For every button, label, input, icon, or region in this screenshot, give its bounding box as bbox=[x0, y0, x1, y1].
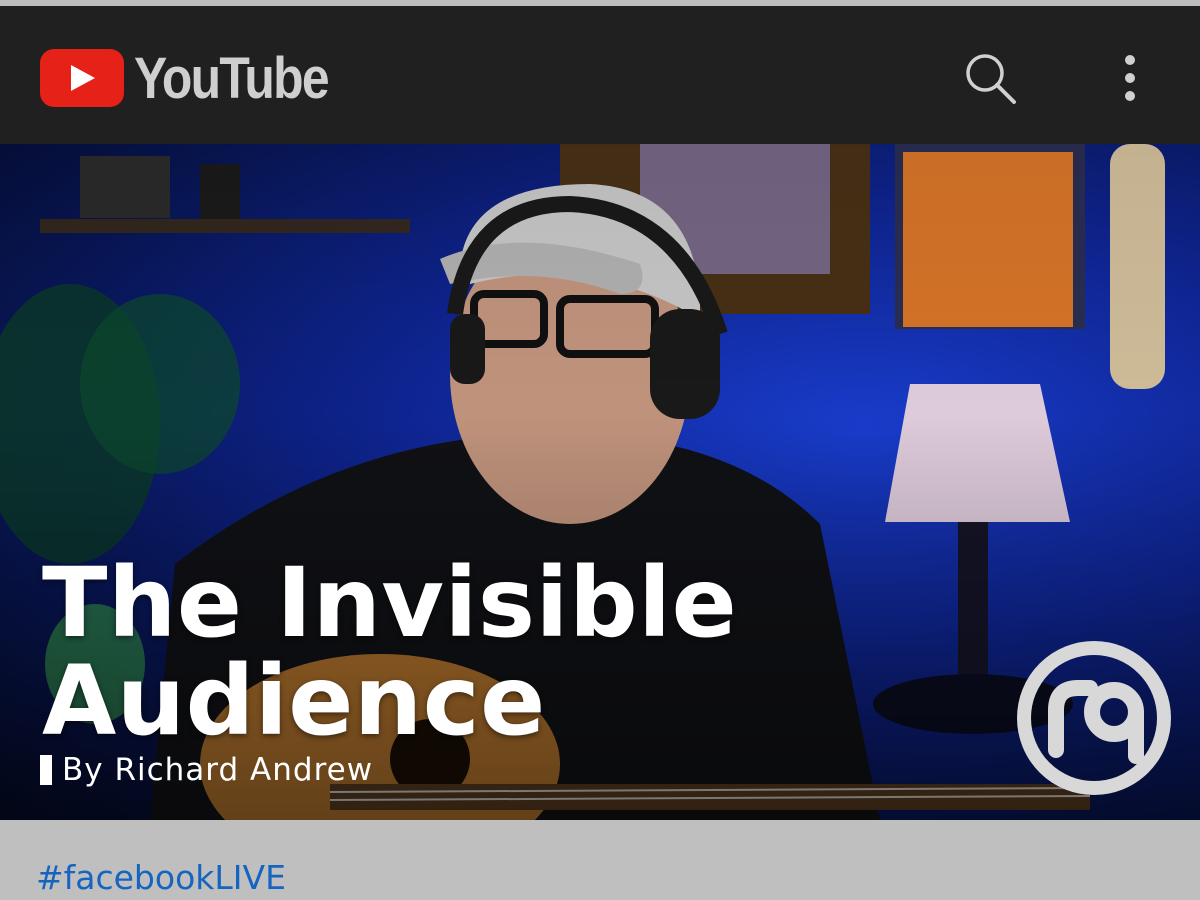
youtube-play-icon bbox=[40, 49, 124, 107]
video-title: The Invisible Audience bbox=[42, 547, 738, 757]
video-description: #facebookLIVE bbox=[0, 820, 1200, 900]
byline-text: By Richard Andrew bbox=[62, 752, 374, 788]
more-options-button[interactable] bbox=[1100, 48, 1160, 108]
byline-bar bbox=[40, 755, 52, 785]
search-button[interactable] bbox=[960, 48, 1020, 108]
video-byline: By Richard Andrew bbox=[40, 752, 373, 788]
more-vert-icon bbox=[1125, 55, 1135, 101]
app-bar: YouTube bbox=[0, 6, 1200, 144]
youtube-logo[interactable]: YouTube bbox=[40, 45, 359, 111]
channel-logo-icon bbox=[1017, 641, 1171, 795]
youtube-wordmark: YouTube bbox=[134, 45, 330, 111]
video-thumbnail[interactable]: The Invisible Audience By Richard Andrew bbox=[0, 144, 1200, 820]
search-icon bbox=[966, 54, 1016, 104]
hashtag-link[interactable]: #facebookLIVE bbox=[36, 858, 286, 897]
